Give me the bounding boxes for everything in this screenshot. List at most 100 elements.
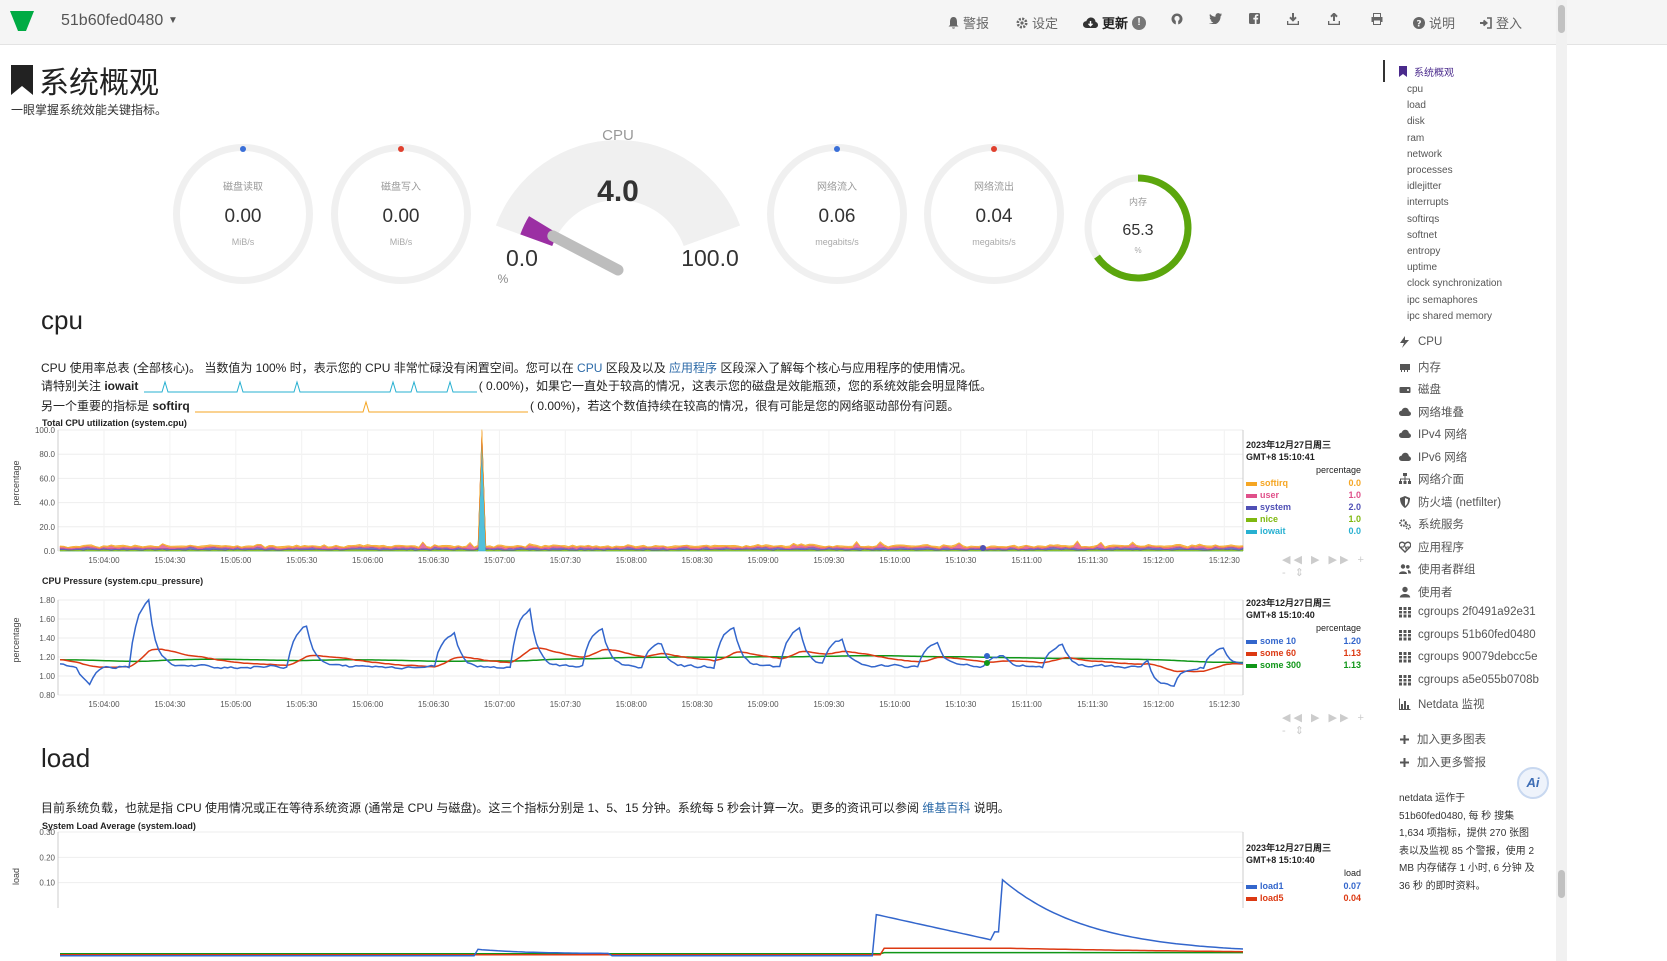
sidebar-subitem-load[interactable]: load [1407,100,1426,111]
sidebar-subitem-cpu[interactable]: cpu [1407,84,1423,95]
sidebar-subitem-entropy[interactable]: entropy [1407,246,1440,257]
upload-button[interactable] [1328,13,1340,25]
y-tick-label: 1.00 [39,672,55,681]
system-load-chart[interactable]: System Load Average (system.load) load 0.3… [0,818,1370,961]
x-tick-label: 15:12:30 [1209,700,1241,709]
sidebar-item-12[interactable]: cgroups 2f0491a92e31 [1399,606,1536,618]
sidebar-item-label: 应用程序 [1418,541,1464,554]
sidebar-item-14[interactable]: cgroups 90079debcc5e [1399,651,1538,663]
sidebar-subitem-processes[interactable]: processes [1407,165,1453,176]
legend-series-name: softirq [1260,478,1288,488]
scrollbar-thumb-lower[interactable] [1558,870,1565,898]
sidebar-subitem-idlejitter[interactable]: idlejitter [1407,181,1441,192]
sidebar-subitem-uptime[interactable]: uptime [1407,262,1437,273]
y-tick-label: 0.0 [44,547,56,556]
sidebar-item-8[interactable]: 系统服务 [1399,516,1464,532]
sidebar-item-11[interactable]: 使用者 [1399,584,1453,600]
facebook-button[interactable] [1249,13,1260,24]
help-label: 说明 [1429,16,1456,31]
add-more-alarms-link[interactable]: 加入更多警报 [1399,754,1486,770]
sidebar-item-0[interactable]: CPU [1399,336,1442,348]
legend-item[interactable]: iowait 0.0 [1246,525,1361,537]
scrollbar-thumb[interactable] [1558,5,1565,33]
add-more-charts-link[interactable]: 加入更多图表 [1399,731,1486,747]
sidebar-item-4[interactable]: IPv4 网络 [1399,426,1467,442]
sidebar-subitem-interrupts[interactable]: interrupts [1407,197,1449,208]
legend-series-value: 1.20 [1343,636,1361,646]
help-button[interactable]: ? 说明 [1413,13,1455,32]
bookmark-icon [1399,66,1407,77]
legend-item[interactable]: system 2.0 [1246,501,1361,513]
x-tick-label: 15:12:30 [1209,556,1241,565]
sidebar-item-6[interactable]: 网络介面 [1399,471,1464,487]
host-name[interactable]: 51b60fed0480 [61,12,163,30]
y-tick-label: 0.80 [39,691,55,700]
sidebar-item-1[interactable]: 内存 [1399,359,1441,375]
sidebar-subitem-ram[interactable]: ram [1407,133,1424,144]
alarms-button[interactable]: 警报 [948,13,989,32]
sidebar-subitem-disk[interactable]: disk [1407,116,1425,127]
gauge-unit: megabits/s [972,237,1016,247]
cursor-marker [980,545,986,551]
sidebar-subitem-softirqs[interactable]: softirqs [1407,214,1439,225]
legend-item[interactable]: user 1.0 [1246,489,1361,501]
cpu-pressure-chart[interactable]: CPU Pressure (system.cpu_pressure) percen… [0,573,1370,737]
sidebar-item-16[interactable]: Netdata 监视 [1399,696,1484,712]
pressure-chart-controls[interactable]: ◀◀ ▶ ▶▶ + - ⇕ [1282,711,1370,737]
download-icon [1287,13,1299,25]
github-button[interactable] [1171,13,1183,25]
legend-series-name: system [1260,502,1292,512]
sidebar-item-7[interactable]: 防火墙 (netfilter) [1399,494,1501,510]
legend-item[interactable]: some 300 1.13 [1246,659,1361,671]
cpu-gauge[interactable]: CPU 4.0 0.0 100.0 % [470,120,770,290]
legend-item[interactable]: nice 1.0 [1246,513,1361,525]
sidebar-item-15[interactable]: cgroups a5e055b0708b [1399,674,1539,686]
legend-swatch [1246,505,1257,510]
sidebar-subitem-softnet[interactable]: softnet [1407,230,1437,241]
legend-series-value: 0.0 [1348,478,1361,488]
sidebar-item-9[interactable]: 应用程序 [1399,539,1464,555]
legend-item[interactable]: some 10 1.20 [1246,635,1361,647]
sidebar-subitem-network[interactable]: network [1407,149,1442,160]
sidebar-item-3[interactable]: 网络堆叠 [1399,404,1464,420]
y-tick-label: 80.0 [39,450,55,459]
apps-section-link[interactable]: 应用程序 [669,361,717,375]
x-tick-label: 15:04:30 [154,556,186,565]
sidebar-item-5[interactable]: IPv6 网络 [1399,449,1467,465]
sidebar-subitem-ipc-shared-memory[interactable]: ipc shared memory [1407,311,1492,322]
ram-gauge[interactable]: 内存 65.3 % [1083,170,1197,286]
sidebar-item-13[interactable]: cgroups 51b60fed0480 [1399,629,1536,641]
host-dropdown-caret-icon[interactable]: ▼ [168,15,178,26]
settings-button[interactable]: 设定 [1016,13,1058,32]
legend-series-name: some 300 [1260,660,1302,670]
sidebar-item-label: Netdata 监视 [1418,699,1485,711]
update-label: 更新 [1102,16,1129,31]
chart-title: Total CPU utilization (system.cpu) [42,418,187,428]
download-button[interactable] [1287,13,1299,25]
legend-item[interactable]: load1 0.07 [1246,880,1361,892]
cpu-section-link[interactable]: CPU [577,361,602,375]
question-circle-icon: ? [1413,16,1425,29]
wikipedia-link[interactable]: 维基百科 [922,801,970,815]
legend-item[interactable]: some 60 1.13 [1246,647,1361,659]
sidebar-subitem-ipc-semaphores[interactable]: ipc semaphores [1407,295,1478,306]
print-button[interactable] [1371,13,1383,25]
legend-item[interactable]: softirq 0.0 [1246,477,1361,489]
login-button[interactable]: 登入 [1480,13,1522,32]
legend-item[interactable]: load5 0.04 [1246,892,1361,904]
page-scrollbar[interactable] [1556,0,1567,961]
x-tick-label: 15:04:00 [88,700,120,709]
sidebar-active-indicator [1383,60,1385,82]
legend-series-value: 1.0 [1348,490,1361,500]
ram-gauge-value: 65.3 [1122,222,1153,239]
sidebar-subitem-clock-synchronization[interactable]: clock synchronization [1407,278,1502,289]
update-button[interactable]: 更新 ! [1083,13,1147,32]
load-section-heading: load [41,743,91,773]
twitter-button[interactable] [1209,13,1222,24]
cpu-utilization-chart[interactable]: Total CPU utilization (system.cpu) percen… [0,415,1370,579]
sidebar-item-2[interactable]: 磁盘 [1399,381,1441,397]
y-tick-label: 40.0 [39,499,55,508]
netdata-logo-icon[interactable] [8,9,36,33]
sidebar-item-system-overview[interactable]: 系统概观 [1399,64,1454,79]
sidebar-item-10[interactable]: 使用者群组 [1399,561,1476,577]
